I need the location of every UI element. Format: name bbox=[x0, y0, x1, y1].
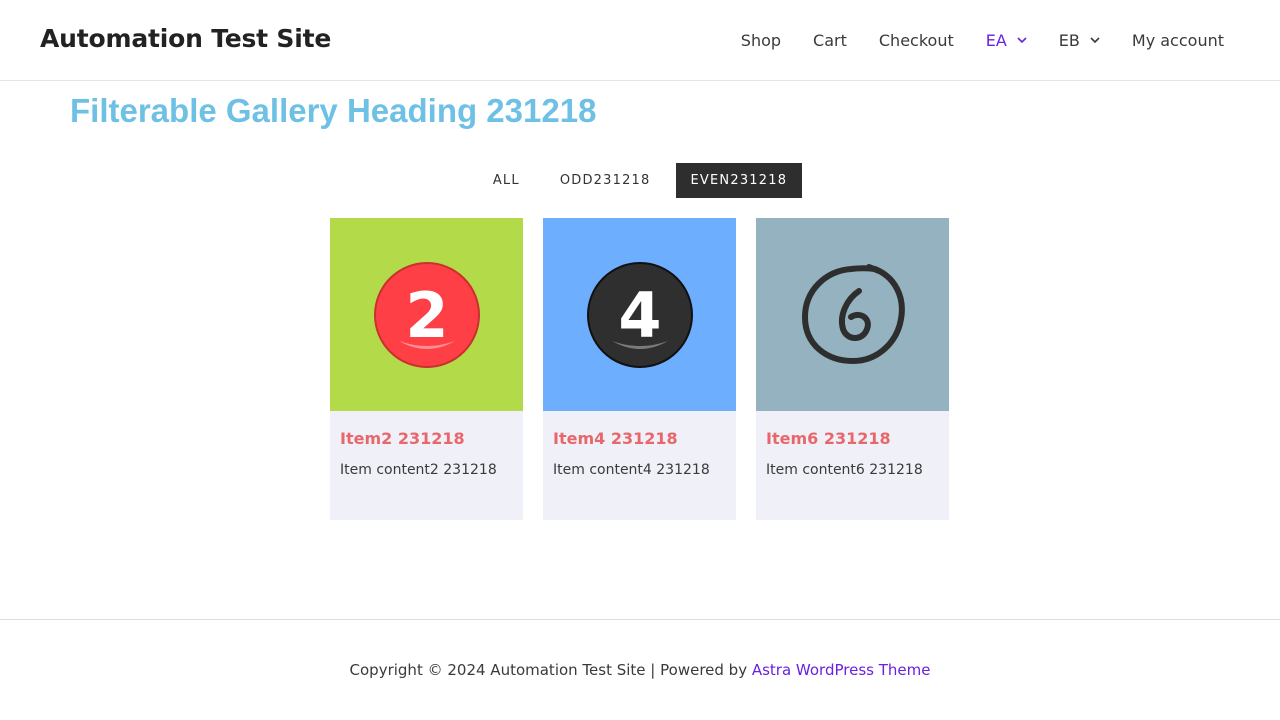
nav-label: Checkout bbox=[878, 30, 954, 50]
gallery-item[interactable]: 4 Item4 231218 Item content4 231218 bbox=[543, 218, 736, 520]
filter-odd-button[interactable]: ODD231218 bbox=[545, 163, 666, 198]
copyright-text: Copyright © 2024 Automation Test Site | … bbox=[0, 661, 1280, 679]
gallery-item-body: Item6 231218 Item content6 231218 bbox=[756, 411, 949, 478]
gallery-item-title: Item2 231218 bbox=[340, 429, 465, 448]
number-6-icon bbox=[801, 263, 905, 364]
gallery-item-content: Item content4 231218 bbox=[553, 462, 710, 478]
nav-label: My account bbox=[1131, 30, 1224, 50]
gallery-grid: 2 Item2 231218 Item content2 231218 4 It… bbox=[330, 218, 949, 520]
chevron-down-icon[interactable] bbox=[1017, 35, 1027, 45]
svg-text:4: 4 bbox=[618, 279, 661, 352]
gallery-item-title: Item4 231218 bbox=[553, 429, 678, 448]
nav-item-ea[interactable]: EA bbox=[970, 0, 1043, 80]
nav-item-checkout[interactable]: Checkout bbox=[863, 0, 970, 80]
number-4-icon: 4 bbox=[586, 261, 693, 368]
nav-label: EB bbox=[1058, 30, 1080, 50]
nav-item-eb[interactable]: EB bbox=[1043, 0, 1116, 80]
gallery-item[interactable]: 2 Item2 231218 Item content2 231218 bbox=[330, 218, 523, 520]
site-header: Automation Test Site Shop Cart Checkout … bbox=[0, 0, 1280, 81]
gallery-item-image[interactable]: 4 bbox=[543, 218, 736, 411]
svg-text:2: 2 bbox=[405, 279, 448, 352]
gallery-item-body: Item4 231218 Item content4 231218 bbox=[543, 411, 736, 478]
gallery-item-image[interactable] bbox=[756, 218, 949, 411]
gallery-item[interactable]: Item6 231218 Item content6 231218 bbox=[756, 218, 949, 520]
number-2-icon: 2 bbox=[373, 261, 480, 368]
site-title[interactable]: Automation Test Site bbox=[40, 24, 331, 53]
gallery-item-body: Item2 231218 Item content2 231218 bbox=[330, 411, 523, 478]
nav-label: Shop bbox=[740, 30, 782, 50]
chevron-down-icon[interactable] bbox=[1090, 35, 1100, 45]
copyright-prefix: Copyright © 2024 Automation Test Site | … bbox=[349, 661, 752, 679]
gallery-filter-bar: ALL ODD231218 EVEN231218 bbox=[0, 163, 1280, 198]
gallery-item-content: Item content6 231218 bbox=[766, 462, 923, 478]
gallery-item-title: Item6 231218 bbox=[766, 429, 891, 448]
site-footer: Copyright © 2024 Automation Test Site | … bbox=[0, 619, 1280, 720]
nav-item-cart[interactable]: Cart bbox=[797, 0, 863, 80]
nav-label: Cart bbox=[813, 30, 847, 50]
gallery-item-image[interactable]: 2 bbox=[330, 218, 523, 411]
filter-all-button[interactable]: ALL bbox=[478, 163, 535, 198]
nav-item-shop[interactable]: Shop bbox=[725, 0, 797, 80]
astra-theme-link[interactable]: Astra WordPress Theme bbox=[752, 661, 931, 679]
gallery-item-content: Item content2 231218 bbox=[340, 462, 497, 478]
filter-even-button[interactable]: EVEN231218 bbox=[675, 163, 803, 198]
page-title: Filterable Gallery Heading 231218 bbox=[70, 92, 597, 129]
main-nav: Shop Cart Checkout EA EB My account bbox=[725, 0, 1240, 80]
nav-label: EA bbox=[985, 30, 1007, 50]
nav-item-my-account[interactable]: My account bbox=[1116, 0, 1240, 80]
